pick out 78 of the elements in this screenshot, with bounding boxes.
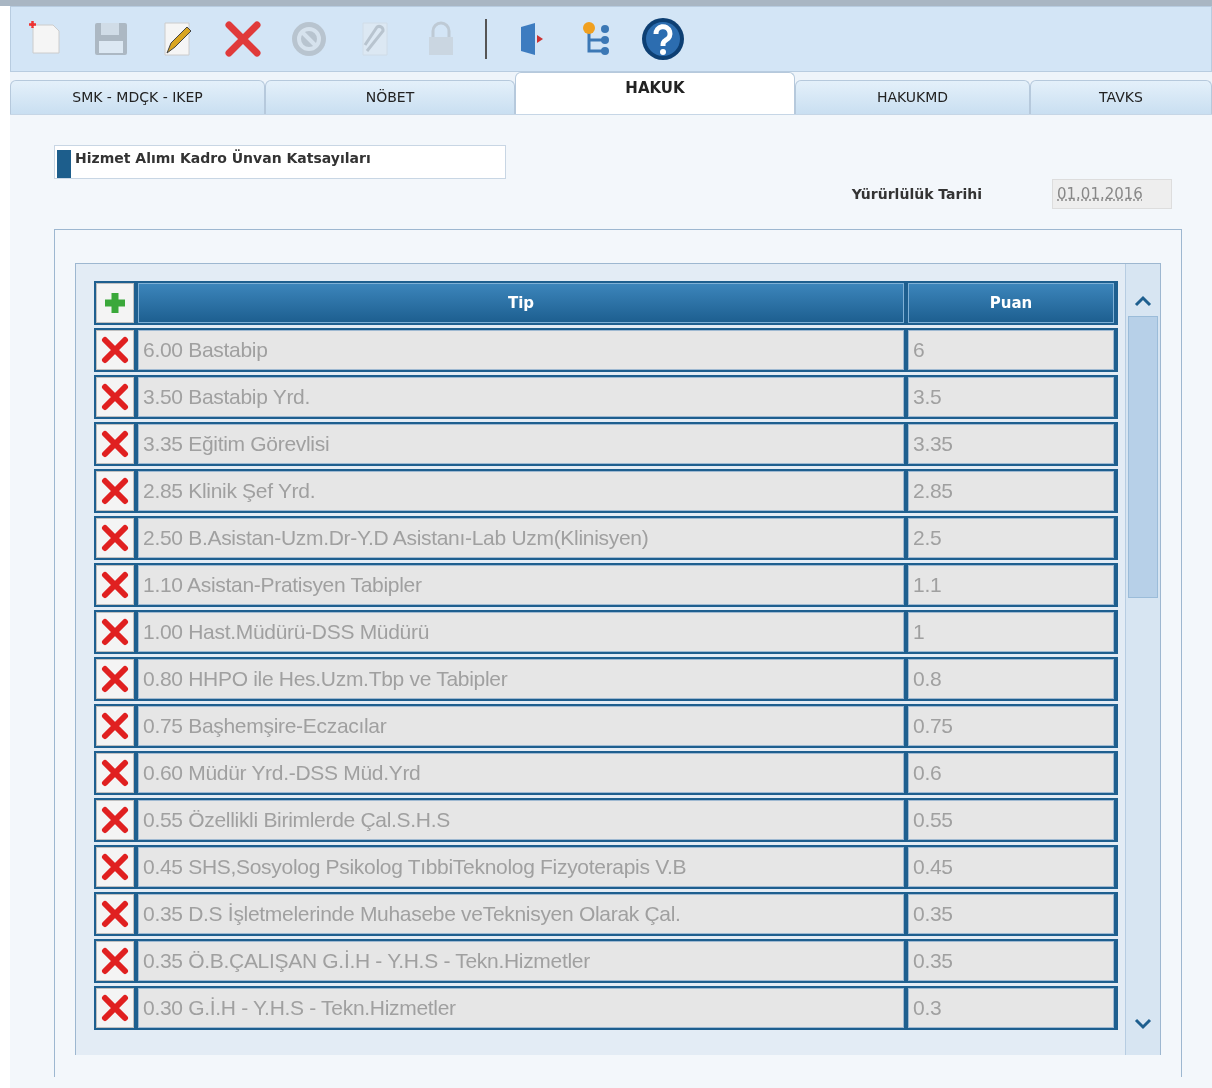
table-cell: 3.35 Eğitim Görevlisi (138, 424, 904, 464)
table-cell: 0.35 (908, 894, 1114, 934)
table-cell: 3.5 (908, 377, 1114, 417)
table-cell: 0.55 (908, 800, 1114, 840)
delete-icon (101, 618, 129, 646)
delete-icon (101, 430, 129, 458)
tab[interactable]: HAKUKMD (795, 80, 1030, 114)
delete-row-button[interactable] (96, 377, 134, 417)
table-cell: 1 (908, 612, 1114, 652)
table-cell: 0.3 (908, 988, 1114, 1028)
table-cell: 0.75 Başhemşire-Eczacılar (138, 706, 904, 746)
delete-icon (101, 571, 129, 599)
delete-row-button[interactable] (96, 424, 134, 464)
column-header: Puan (908, 283, 1114, 323)
add-row-button[interactable] (96, 283, 134, 323)
table-cell: 0.35 D.S İşletmelerinde Muhasebe veTeknisyen Olarak Çal. (138, 894, 904, 934)
table-cell: 0.35 (908, 941, 1114, 981)
delete-icon (101, 900, 129, 928)
delete-row-button[interactable] (96, 518, 134, 558)
section-title: Hizmet Alımı Kadro Ünvan Katsayıları (57, 150, 371, 178)
table-cell: 1.10 Asistan-Pratisyen Tabipler (138, 565, 904, 605)
delete-icon (101, 759, 129, 787)
tab[interactable]: SMK - MDÇK - IKEP (10, 80, 265, 114)
scrollbar-thumb[interactable] (1128, 316, 1159, 598)
table-cell: 0.35 Ö.B.ÇALIŞAN G.İ.H - Y.H.S - Tekn.Hizmetler (138, 941, 904, 981)
column-header: Tip (138, 283, 904, 323)
delete-icon (101, 806, 129, 834)
delete-row-button[interactable] (96, 847, 134, 887)
table-cell: 0.55 Özellikli Birimlerde Çal.S.H.S (138, 800, 904, 840)
delete-icon (101, 947, 129, 975)
delete-row-button[interactable] (96, 659, 134, 699)
delete-icon (101, 477, 129, 505)
delete-icon (101, 383, 129, 411)
plus-icon (102, 290, 128, 316)
table-cell: 6 (908, 330, 1114, 370)
delete-row-button[interactable] (96, 800, 134, 840)
delete-icon (101, 994, 129, 1022)
delete-row-button[interactable] (96, 988, 134, 1028)
table-cell: 2.50 B.Asistan-Uzm.Dr-Y.D Asistanı-Lab Uzm(Klinisyen) (138, 518, 904, 558)
tab[interactable]: TAVKS (1030, 80, 1212, 114)
help-button[interactable] (641, 17, 685, 61)
table-cell: 2.5 (908, 518, 1114, 558)
table-cell: 6.00 Bastabip (138, 330, 904, 370)
scroll-up-icon[interactable] (1133, 294, 1154, 308)
delete-row-button[interactable] (96, 612, 134, 652)
delete-row-button[interactable] (96, 753, 134, 793)
date-label: Yürürlülük Tarihi (851, 186, 982, 202)
delete-icon (101, 712, 129, 740)
table-cell: 0.45 SHS,Sosyolog Psikolog TıbbiTeknolog Fizyoterapis V.B (138, 847, 904, 887)
prohibited-icon (289, 19, 329, 59)
table-cell: 0.30 G.İ.H - Y.H.S - Tekn.Hizmetler (138, 988, 904, 1028)
scroll-down-icon[interactable] (1133, 1017, 1154, 1031)
table-cell: 2.85 Klinik Şef Yrd. (138, 471, 904, 511)
delete-icon (223, 19, 263, 59)
tab[interactable]: HAKUK (515, 72, 795, 114)
table-cell: 0.60 Müdür Yrd.-DSS Müd.Yrd (138, 753, 904, 793)
table-cell: 2.85 (908, 471, 1114, 511)
delete-row-button[interactable] (96, 894, 134, 934)
table-cell: 1.00 Hast.Müdürü-DSS Müdürü (138, 612, 904, 652)
table-cell: 0.8 (908, 659, 1114, 699)
tab[interactable]: NÖBET (265, 80, 515, 114)
table-cell: 0.45 (908, 847, 1114, 887)
delete-icon (101, 665, 129, 693)
delete-icon (101, 336, 129, 364)
delete-icon (101, 524, 129, 552)
table-cell: 0.6 (908, 753, 1114, 793)
table-cell: 3.35 (908, 424, 1114, 464)
delete-row-button[interactable] (96, 471, 134, 511)
table-cell: 0.75 (908, 706, 1114, 746)
delete-row-button[interactable] (96, 941, 134, 981)
delete-icon (101, 853, 129, 881)
delete-row-button[interactable] (96, 706, 134, 746)
delete-row-button[interactable] (96, 330, 134, 370)
table-cell: 0.80 HHPO ile Hes.Uzm.Tbp ve Tabipler (138, 659, 904, 699)
table-cell: 1.1 (908, 565, 1114, 605)
table-cell: 3.50 Bastabip Yrd. (138, 377, 904, 417)
help-icon (641, 17, 685, 61)
delete-row-button[interactable] (96, 565, 134, 605)
